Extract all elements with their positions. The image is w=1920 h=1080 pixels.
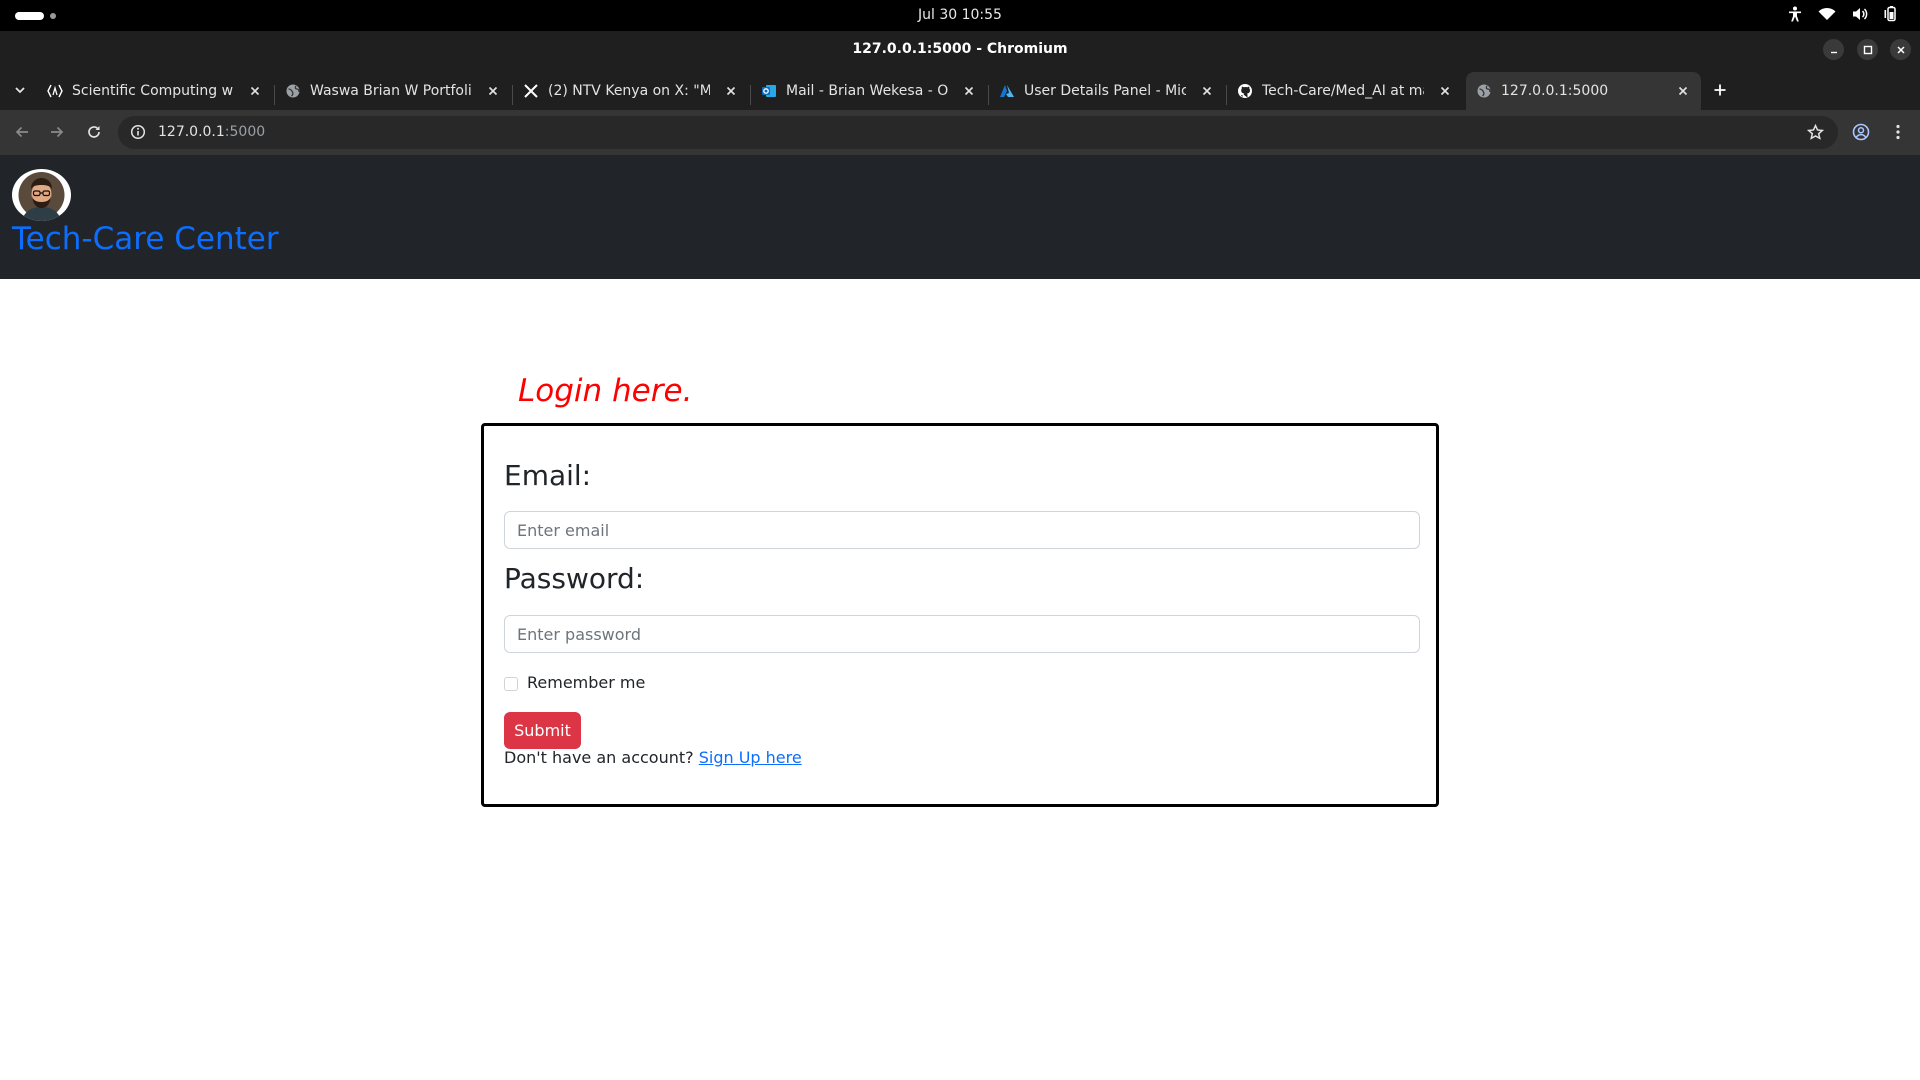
tab-close-icon[interactable] (485, 83, 501, 99)
volume-icon[interactable] (1852, 7, 1868, 21)
tab-strip: Scientific Computing with Waswa Brian W … (0, 68, 1920, 110)
tab-label: Mail - Brian Wekesa - Outl (786, 83, 948, 99)
battery-icon[interactable] (1884, 6, 1898, 22)
tab-close-icon[interactable] (723, 83, 739, 99)
address-bar[interactable]: 127.0.0.1:5000 (118, 116, 1838, 149)
tab-search-chevron-icon[interactable] (12, 82, 28, 98)
signup-link[interactable]: Sign Up here (699, 748, 802, 767)
tab-user-details-panel[interactable]: User Details Panel - Micro (989, 72, 1225, 110)
outlook-icon (761, 83, 777, 99)
back-arrow-icon[interactable] (12, 122, 32, 142)
minimize-button[interactable] (1823, 39, 1844, 60)
accessibility-icon[interactable] (1788, 6, 1802, 22)
system-tray[interactable] (1788, 6, 1898, 22)
maximize-icon (1863, 45, 1872, 54)
tab-close-icon[interactable] (961, 83, 977, 99)
url-text[interactable]: 127.0.0.1:5000 (158, 124, 265, 140)
tab-close-icon[interactable] (1675, 83, 1691, 99)
reload-icon[interactable] (84, 122, 104, 142)
tab-label: Scientific Computing with (72, 83, 234, 99)
tab-close-icon[interactable] (247, 83, 263, 99)
forward-arrow-icon[interactable] (47, 122, 67, 142)
new-tab-plus-icon[interactable] (1712, 82, 1728, 98)
system-top-bar: Jul 30 10:55 (0, 0, 1920, 31)
login-form: Email: Password: Remember me Submit Don'… (481, 423, 1439, 807)
signup-row: Don't have an account? Sign Up here (504, 748, 802, 767)
maximize-button[interactable] (1857, 39, 1878, 60)
url-host: 127.0.0.1 (158, 124, 225, 140)
site-navbar: Tech-Care Center (0, 155, 1920, 279)
email-field[interactable] (504, 511, 1420, 549)
tab-label: Tech-Care/Med_AI at mai (1262, 83, 1424, 99)
fcc-icon (47, 83, 63, 99)
bookmark-star-icon[interactable] (1806, 123, 1825, 145)
tab-label: Waswa Brian W Portfolio (310, 83, 472, 99)
tab-portfolio[interactable]: Waswa Brian W Portfolio (275, 72, 511, 110)
email-label: Email: (504, 459, 592, 492)
tab-outlook-mail[interactable]: Mail - Brian Wekesa - Outl (751, 72, 987, 110)
tab-github-techcare[interactable]: Tech-Care/Med_AI at mai (1227, 72, 1463, 110)
tab-close-icon[interactable] (1199, 83, 1215, 99)
globe-icon (285, 83, 301, 99)
tab-label: User Details Panel - Micro (1024, 83, 1186, 99)
close-icon (1896, 45, 1905, 54)
azure-icon (999, 83, 1015, 99)
tab-label: (2) NTV Kenya on X: "Mar (548, 83, 710, 99)
site-brand[interactable]: Tech-Care Center (12, 221, 279, 257)
password-label: Password: (504, 562, 645, 595)
minimize-icon (1830, 51, 1837, 53)
remember-me-checkbox[interactable] (504, 677, 518, 691)
close-window-button[interactable] (1890, 39, 1911, 60)
browser-toolbar: 127.0.0.1:5000 (0, 110, 1920, 155)
url-port: :5000 (224, 124, 266, 140)
globe-icon (1476, 83, 1492, 99)
signup-prompt: Don't have an account? (504, 748, 694, 767)
system-clock[interactable]: Jul 30 10:55 (0, 7, 1920, 23)
wifi-icon[interactable] (1818, 7, 1836, 21)
github-icon (1237, 83, 1253, 99)
password-field[interactable] (504, 615, 1420, 653)
kebab-menu-icon[interactable] (1888, 122, 1908, 142)
tab-localhost-active[interactable]: 127.0.0.1:5000 (1466, 72, 1701, 110)
remember-me-label[interactable]: Remember me (527, 673, 645, 692)
tab-ntv-kenya[interactable]: (2) NTV Kenya on X: "Mar (513, 72, 749, 110)
tab-close-icon[interactable] (1437, 83, 1453, 99)
profile-icon[interactable] (1851, 122, 1871, 142)
tab-scientific-computing[interactable]: Scientific Computing with (37, 72, 273, 110)
browser-title-bar: 127.0.0.1:5000 - Chromium (0, 31, 1920, 68)
login-heading: Login here. (518, 373, 693, 409)
x-logo-icon (523, 83, 539, 99)
avatar-logo[interactable] (12, 169, 71, 221)
site-info-icon[interactable] (130, 124, 146, 144)
tab-label: 127.0.0.1:5000 (1501, 83, 1609, 99)
page-viewport: Tech-Care Center Login here. Email: Pass… (0, 155, 1920, 1080)
window-title: 127.0.0.1:5000 - Chromium (852, 41, 1068, 57)
submit-button[interactable]: Submit (504, 712, 581, 749)
